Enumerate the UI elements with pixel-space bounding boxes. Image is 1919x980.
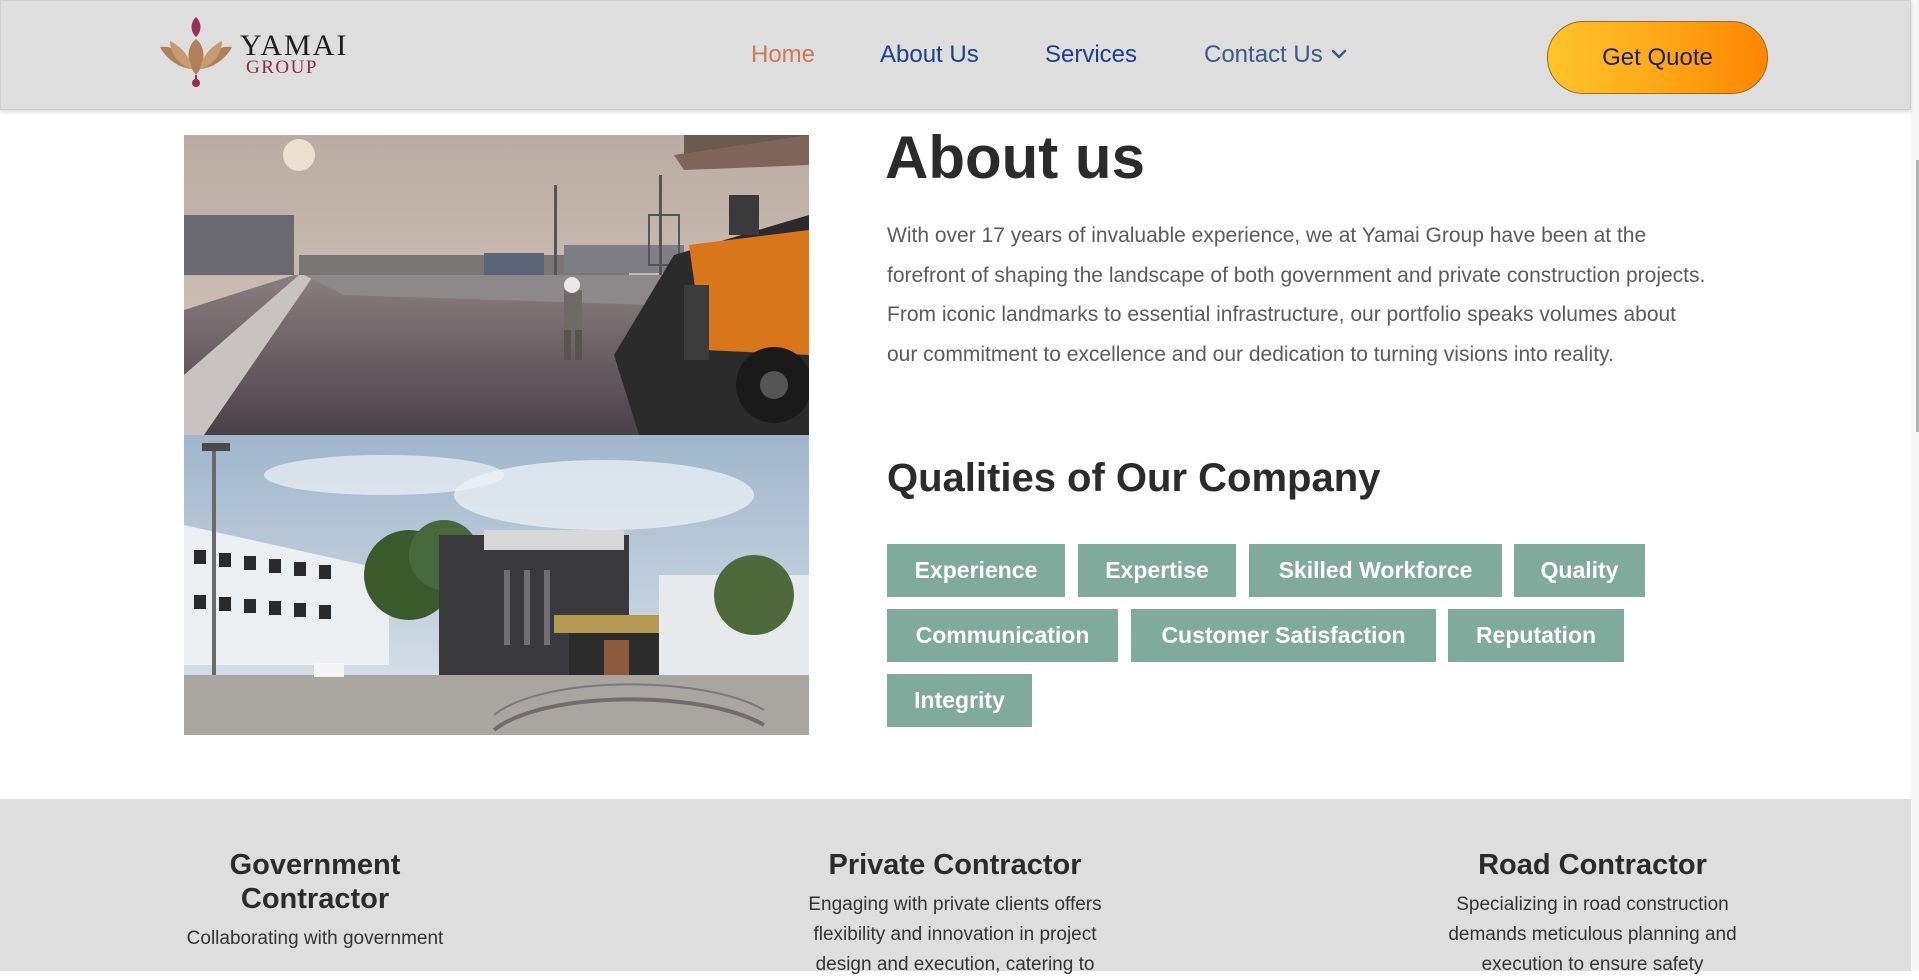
- tag-experience: Experience: [887, 544, 1065, 597]
- tag-integrity: Integrity: [887, 674, 1032, 727]
- service-road-title: Road Contractor: [1478, 849, 1707, 881]
- nav-contact-us[interactable]: Contact Us: [1204, 41, 1347, 69]
- site-header: YAMAI GROUP Home About Us Services Conta…: [0, 0, 1911, 110]
- nav-contact-us-label: Contact Us: [1204, 41, 1323, 68]
- nav-services[interactable]: Services: [1045, 41, 1137, 69]
- page-scrollbar[interactable]: [1911, 0, 1919, 971]
- service-government-text: Collaborating with government: [186, 928, 444, 949]
- service-road: Road Contractor Specializing in road con…: [1430, 848, 1755, 980]
- nav-home[interactable]: Home: [751, 41, 815, 69]
- tag-reputation: Reputation: [1448, 609, 1624, 662]
- service-government-title: Government Contractor: [229, 849, 401, 915]
- about-title: About us: [885, 124, 1145, 191]
- tag-expertise: Expertise: [1078, 544, 1236, 597]
- tag-communication: Communication: [887, 609, 1118, 662]
- qualities-title: Qualities of Our Company: [887, 456, 1381, 500]
- service-road-text: Specializing in road construction demand…: [1448, 894, 1737, 975]
- lotus-logo-icon: [160, 17, 232, 87]
- yamai-logo[interactable]: YAMAI GROUP: [156, 13, 346, 91]
- logo-subtext: GROUP: [246, 57, 318, 78]
- building-photo: [184, 435, 809, 735]
- service-private: Private Contractor Engaging with private…: [790, 848, 1120, 980]
- service-government: Government Contractor Collaborating with…: [165, 848, 465, 954]
- service-private-text: Engaging with private clients offers fle…: [808, 894, 1102, 975]
- about-paragraph: With over 17 years of invaluable experie…: [887, 224, 1706, 366]
- nav-about-us[interactable]: About Us: [880, 41, 979, 69]
- chevron-down-icon: [1331, 39, 1347, 67]
- services-band: Government Contractor Collaborating with…: [0, 799, 1911, 975]
- tag-quality: Quality: [1514, 544, 1645, 597]
- road-paving-photo: [184, 135, 809, 435]
- get-quote-button[interactable]: Get Quote: [1547, 21, 1768, 94]
- tag-customer-satisfaction: Customer Satisfaction: [1131, 609, 1436, 662]
- tag-skilled-workforce: Skilled Workforce: [1249, 544, 1502, 597]
- service-private-title: Private Contractor: [828, 849, 1082, 881]
